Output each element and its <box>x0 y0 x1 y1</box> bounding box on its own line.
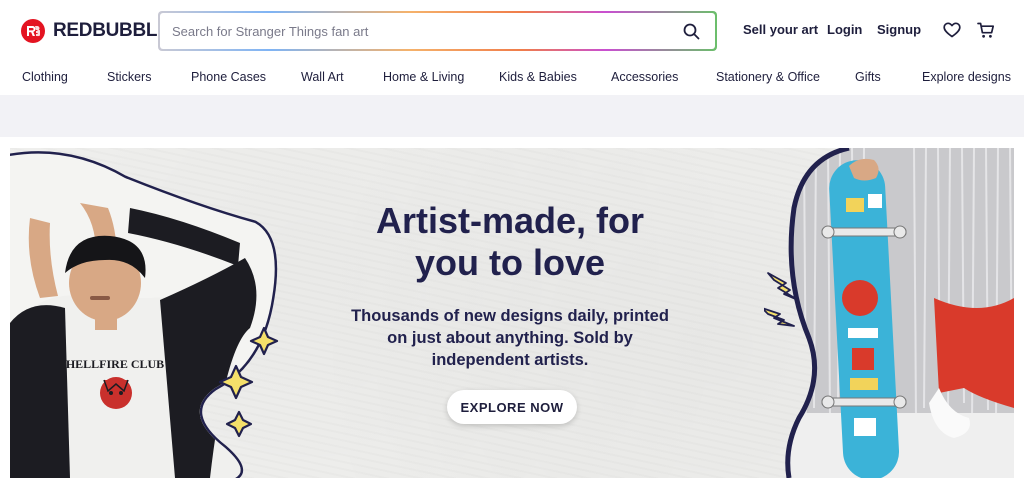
logo[interactable]: REDBUBBLE <box>21 19 170 43</box>
heart-icon[interactable] <box>942 20 962 40</box>
site-header: REDBUBBLE Sell your art Login Signup <box>0 0 1024 60</box>
hero-subtitle: Thousands of new designs daily, printed … <box>340 305 680 371</box>
search-bar <box>158 11 717 51</box>
hero-subtitle-line-1: Thousands of new designs daily, printed <box>351 307 669 325</box>
signup-link[interactable]: Signup <box>877 22 921 37</box>
hero-subtitle-line-3: independent artists. <box>431 351 589 369</box>
nav-item-wall-art[interactable]: Wall Art <box>301 70 344 84</box>
nav-item-stickers[interactable]: Stickers <box>107 70 151 84</box>
hero-title-line-1: Artist-made, for <box>375 200 645 241</box>
promo-banner <box>0 95 1024 137</box>
explore-now-button[interactable]: EXPLORE NOW <box>447 390 577 424</box>
cart-icon[interactable] <box>976 20 996 40</box>
logo-text: REDBUBBLE <box>53 20 170 41</box>
hero-right-image <box>764 148 1014 478</box>
category-nav: Clothing Stickers Phone Cases Wall Art H… <box>0 62 1024 94</box>
redbubble-logo-icon <box>21 19 45 43</box>
hero-title: Artist-made, for you to love <box>320 200 700 284</box>
nav-item-phone-cases[interactable]: Phone Cases <box>191 70 266 84</box>
search-icon[interactable] <box>679 19 703 43</box>
nav-item-gifts[interactable]: Gifts <box>855 70 881 84</box>
tshirt-print-text: HELLFIRE CLUB <box>66 357 164 371</box>
login-link[interactable]: Login <box>827 22 862 37</box>
hero-subtitle-line-2: on just about anything. Sold by <box>387 329 633 347</box>
hero-banner: HELLFIRE CLUB Artist-made, for you to lo… <box>10 148 1014 478</box>
nav-item-clothing[interactable]: Clothing <box>22 70 68 84</box>
sell-your-art-link[interactable]: Sell your art <box>743 22 818 37</box>
hero-title-line-2: you to love <box>414 242 606 283</box>
nav-item-stationery-office[interactable]: Stationery & Office <box>716 70 820 84</box>
hero-left-image: HELLFIRE CLUB <box>10 151 279 478</box>
search-input[interactable] <box>172 23 679 39</box>
nav-item-kids-babies[interactable]: Kids & Babies <box>499 70 577 84</box>
nav-item-home-living[interactable]: Home & Living <box>383 70 464 84</box>
nav-item-accessories[interactable]: Accessories <box>611 70 678 84</box>
nav-item-explore-designs[interactable]: Explore designs <box>922 70 1011 84</box>
